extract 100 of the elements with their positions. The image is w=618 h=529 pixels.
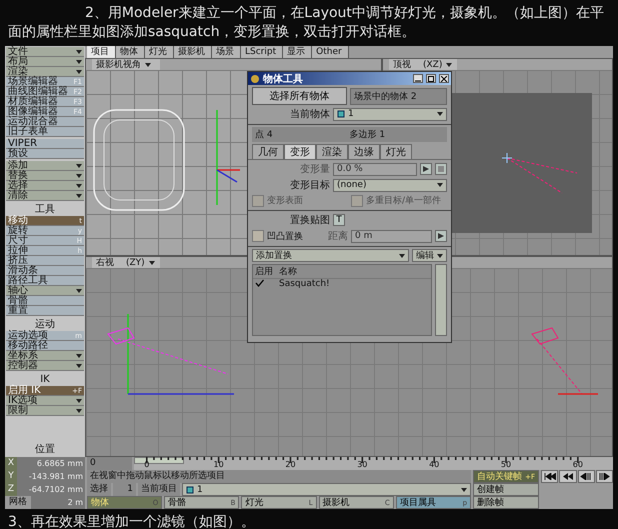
dialog-tab[interactable]: 边缘	[348, 144, 380, 159]
sidebar-button[interactable]: VIPER	[6, 139, 84, 149]
sidebar-button[interactable]: 重置	[6, 306, 84, 316]
sidebar-button[interactable]: 骨骼	[6, 296, 84, 306]
create-key-button[interactable]: 创建帧	[473, 483, 539, 496]
toolbar-tab[interactable]: 摄影机	[174, 46, 212, 58]
checkbox[interactable]	[252, 230, 264, 242]
edit-dropdown[interactable]: 编辑	[412, 249, 447, 262]
checkbox-label: 凹凸置换	[267, 230, 303, 242]
section-heading: 工具	[34, 203, 56, 216]
section-heading: 位置	[34, 443, 56, 456]
maximize-button[interactable]	[426, 74, 436, 83]
tick-label: 0	[144, 460, 150, 469]
object-dropdown[interactable]: 1	[333, 108, 447, 120]
menu-dropdown[interactable]: 清除	[6, 191, 84, 201]
timeline-ruler[interactable]: 0 10 20 30 40 50 60	[134, 457, 613, 470]
checkbox-label: 多重目标/单一部件	[366, 194, 442, 207]
toolbar-tab[interactable]: 灯光	[145, 46, 174, 58]
menu-dropdown[interactable]: 坐标系	[6, 351, 84, 361]
view-dropdown[interactable]: 摄影机视角	[92, 59, 160, 70]
caret-icon	[145, 62, 151, 66]
plugin-row[interactable]: Sasquatch!	[253, 279, 431, 290]
menu-dropdown[interactable]: 替换	[6, 171, 84, 181]
toolbar-tab[interactable]: 物体	[116, 46, 145, 58]
coordinate-field[interactable]: -143.981 mm	[17, 470, 85, 483]
caret-icon	[76, 288, 82, 292]
sidebar-button[interactable]: 滑动条	[6, 266, 84, 276]
caret-icon	[446, 62, 452, 66]
axis-label: X	[5, 457, 17, 470]
envelope-button[interactable]	[420, 163, 432, 175]
coordinate-field[interactable]: -64.7102 mm	[17, 483, 85, 496]
field-label: 当前项目	[138, 483, 180, 496]
rewind-button[interactable]	[559, 470, 576, 483]
delete-key-button[interactable]: 删除帧	[473, 496, 540, 509]
menu-dropdown[interactable]: 控制器	[6, 361, 84, 371]
toolbar-tab[interactable]: LScript	[241, 46, 284, 58]
selection-count: 1	[113, 483, 136, 496]
texture-button[interactable]: T	[333, 214, 345, 226]
triangle-icon	[423, 166, 429, 172]
view-dropdown[interactable]: 顶视 (XZ)	[389, 59, 457, 70]
cube-icon	[186, 486, 194, 494]
select-all-button[interactable]: 选择所有物体	[252, 87, 347, 105]
minimize-button[interactable]	[413, 74, 423, 83]
menu-dropdown[interactable]: 渲染	[6, 67, 84, 77]
caret-icon	[437, 112, 443, 116]
section-heading: 运动	[35, 318, 56, 330]
plugin-name: Sasquatch!	[279, 279, 330, 290]
sidebar-button[interactable]: 挤压	[6, 256, 84, 266]
morph-amount-field[interactable]: 0.0 %	[333, 162, 417, 176]
menu-dropdown[interactable]: 添加	[6, 161, 84, 171]
column-header: 名称	[279, 266, 297, 278]
view-dropdown[interactable]: 右视 (ZY)	[92, 257, 160, 268]
close-button[interactable]	[439, 74, 449, 83]
dialog-tab[interactable]: 变形	[284, 144, 316, 159]
scrollbar[interactable]	[435, 264, 447, 336]
coordinate-field[interactable]: 6.6865 mm	[17, 457, 85, 470]
caret-icon	[437, 183, 443, 187]
toolbar-tab[interactable]: 项目	[87, 46, 116, 58]
menu-dropdown[interactable]: 布局	[6, 57, 84, 67]
square-icon	[438, 166, 444, 172]
sidebar-button[interactable]: 旧子表单	[6, 127, 84, 137]
sidebar-button[interactable]: 移动路径	[6, 341, 84, 351]
add-displacement-dropdown[interactable]: 添加置换	[252, 249, 409, 262]
step-forward-icon	[598, 473, 610, 480]
dialog-tab[interactable]: 几何	[252, 144, 284, 159]
first-frame-button[interactable]	[541, 470, 558, 483]
tick-label: 10	[214, 460, 224, 469]
toolbar-tab[interactable]: Other	[312, 46, 349, 58]
frame-field[interactable]: 0	[87, 457, 132, 470]
current-item-dropdown[interactable]: 1	[182, 483, 471, 496]
toolbar-tab[interactable]: 场景	[212, 46, 241, 58]
menu-dropdown[interactable]: IK选项	[6, 396, 84, 406]
sidebar-button[interactable]: 路径工具	[6, 276, 84, 286]
dialog-tab[interactable]: 灯光	[380, 144, 412, 159]
sidebar-button[interactable]: 运动混合器	[6, 117, 84, 127]
field-label: 距离	[328, 230, 348, 243]
grid-size: 2 m	[31, 496, 85, 509]
app-icon	[250, 74, 260, 84]
menu-dropdown[interactable]: 轴心	[6, 286, 84, 296]
menu-dropdown[interactable]: 文件	[6, 47, 84, 57]
envelope-button[interactable]	[435, 230, 447, 242]
menu-dropdown[interactable]: 选择	[6, 181, 84, 191]
sidebar-button[interactable]: 预设	[6, 149, 84, 159]
field-label: 当前物体	[289, 108, 330, 121]
tick-label: 60	[572, 460, 583, 469]
step-forward-button[interactable]	[596, 470, 613, 483]
toolbar-tab[interactable]: 显示	[283, 46, 312, 58]
step-back-button[interactable]	[578, 470, 595, 483]
checkbox-label: 变形表面	[267, 194, 303, 207]
menu-dropdown[interactable]: 限制	[6, 406, 84, 416]
dialog-tab[interactable]: 渲染	[316, 144, 348, 159]
info-field: 场景中的物体 2	[350, 88, 447, 104]
close-icon	[441, 76, 447, 82]
point-count: 点 4	[255, 128, 274, 141]
texture-button[interactable]	[435, 163, 447, 175]
distance-field[interactable]: 0 m	[351, 230, 432, 242]
triangle-icon	[438, 233, 444, 239]
tick-label: 50	[500, 460, 512, 469]
morph-target-dropdown[interactable]: (none)	[333, 178, 447, 192]
caret-icon	[148, 260, 155, 264]
